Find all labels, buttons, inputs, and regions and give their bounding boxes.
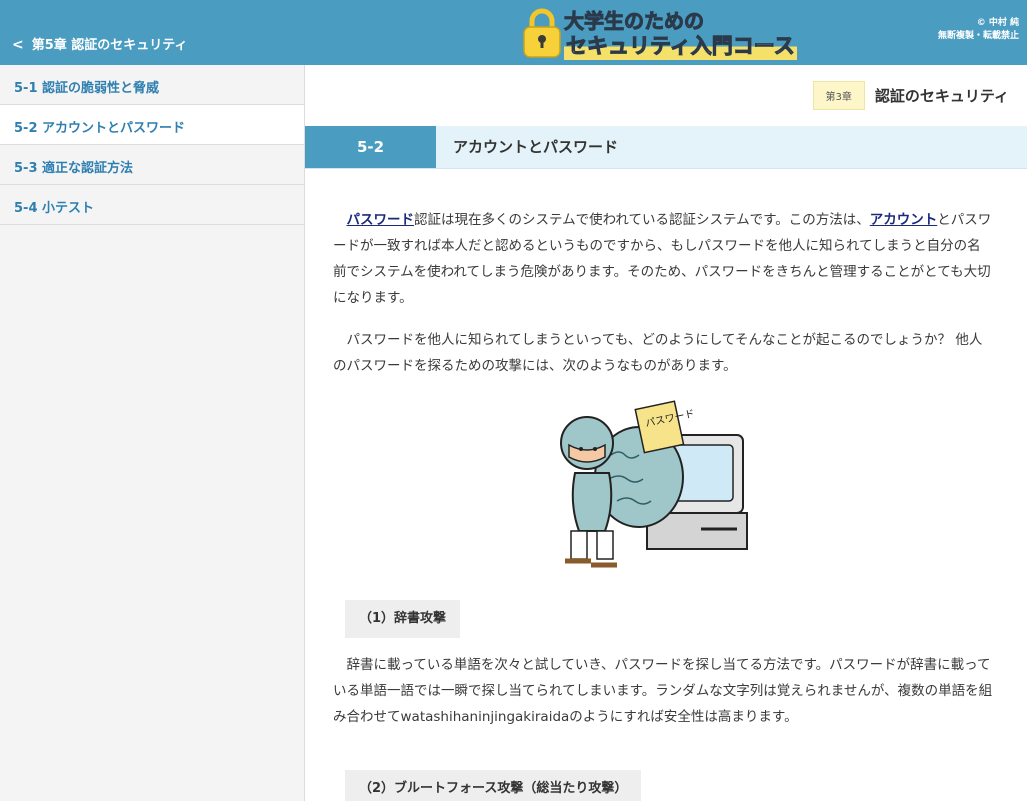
padlock-icon [523,8,561,58]
copyright-notice: © 中村 純 無断複製・転載禁止 [938,17,1019,43]
chapter-heading: 第3章 認証のセキュリティ [812,81,1009,110]
chapter-title: 認証のセキュリティ [874,87,1009,105]
sidebar-item-5-2[interactable]: 5-2 アカウントとパスワード [0,105,304,145]
ninja-thief-image: パスワード [560,400,748,568]
paragraph-attacks: パスワードを他人に知られてしまうといっても、どのようにしてそんなことが起こるので… [333,332,983,374]
paragraph-dictionary-attack: 辞書に載っている単語を次々と試していき、パスワードを探し当てる方法です。パスワー… [333,657,993,725]
section-number: 5-2 [305,126,436,168]
copyright-line2: 無断複製・転載禁止 [937,31,1019,41]
thief-illustration: パスワード [333,395,993,580]
chevron-left-icon: < [12,37,24,53]
back-link-label: 第5章 認証のセキュリティ [31,38,188,53]
account-link[interactable]: アカウント [870,212,938,228]
back-to-chapter-link[interactable]: < 第5章 認証のセキュリティ [0,0,305,65]
subheading-dictionary-attack: （1）辞書攻撃 [345,600,461,638]
paragraph-intro: パスワード認証は現在多くのシステムで使われている認証システムです。この方法は、ア… [333,207,993,311]
main-content: 第3章 認証のセキュリティ 5-2 アカウントとパスワード パスワード認証は現在… [305,65,1027,801]
header-bar: < 第5章 認証のセキュリティ 大学生のための セキュリティ入門コース © 中村… [0,0,1027,65]
copyright-line1: © 中村 純 [976,18,1019,28]
password-link[interactable]: パスワード [347,212,415,228]
sidebar-item-5-3[interactable]: 5-3 適正な認証方法 [0,145,304,185]
sidebar-item-5-1[interactable]: 5-1 認証の脆弱性と脅威 [0,65,304,105]
sidebar-nav: 5-1 認証の脆弱性と脅威 5-2 アカウントとパスワード 5-3 適正な認証方… [0,65,305,801]
sidebar-item-5-4[interactable]: 5-4 小テスト [0,185,304,225]
paragraph-intro-text1: 認証は現在多くのシステムで使われている認証システムです。この方法は、 [414,212,870,228]
logo-title-line2: セキュリティ入門コース [564,30,797,60]
article-body: パスワード認証は現在多くのシステムで使われている認証システムです。この方法は、ア… [333,207,993,801]
chapter-badge: 第3章 [812,81,865,110]
course-logo[interactable]: 大学生のための セキュリティ入門コース [522,3,822,63]
subheading-brute-force: （2）ブルートフォース攻撃（総当たり攻撃） [345,770,642,801]
section-title: アカウントとパスワード [453,138,619,156]
section-header: 5-2 アカウントとパスワード [305,126,1027,169]
